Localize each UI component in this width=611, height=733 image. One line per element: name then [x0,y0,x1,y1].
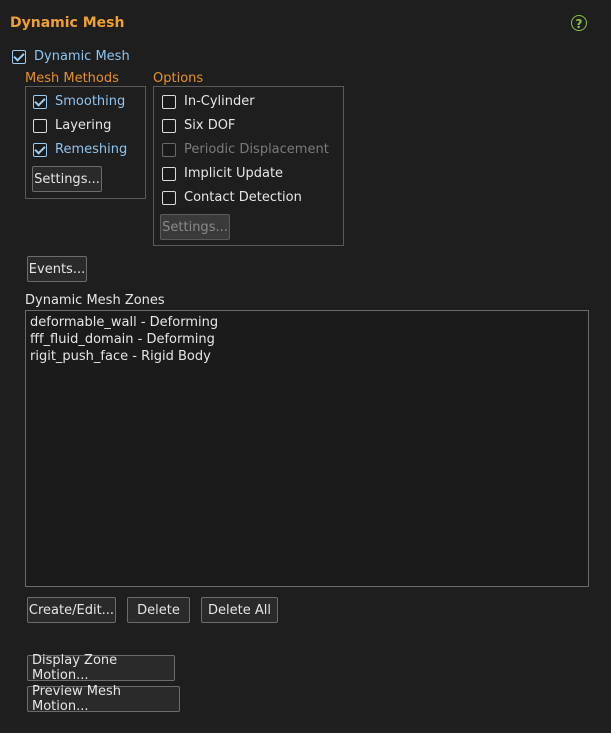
remeshing-checkbox[interactable] [33,142,47,157]
options-group: In-Cylinder Six DOF Periodic Displacemen… [153,86,344,246]
create-edit-button[interactable]: Create/Edit... [27,597,116,623]
display-zone-motion-button[interactable]: Display Zone Motion... [27,653,175,683]
implicit-update-checkbox[interactable] [162,166,176,181]
list-item[interactable]: deformable_wall - Deforming [30,314,584,331]
events-button[interactable]: Events... [27,256,87,282]
implicit-update-option[interactable]: Implicit Update [162,166,283,181]
contact-detection-checkbox[interactable] [162,190,176,205]
zones-list[interactable]: deformable_wall - Deforming fff_fluid_do… [25,310,589,587]
periodic-displacement-label: Periodic Displacement [184,142,329,157]
help-icon[interactable]: ? [571,15,587,31]
delete-all-button[interactable]: Delete All [201,597,278,623]
smoothing-option[interactable]: Smoothing [33,94,125,109]
dynamic-mesh-toggle[interactable]: Dynamic Mesh [12,49,130,64]
options-settings-button: Settings... [160,214,230,240]
remeshing-option[interactable]: Remeshing [33,142,127,157]
layering-checkbox[interactable] [33,118,47,133]
periodic-displacement-checkbox [162,142,176,157]
mesh-methods-settings-button[interactable]: Settings... [32,166,102,192]
panel-title: Dynamic Mesh [10,15,125,31]
mesh-methods-group: Smoothing Layering Remeshing Settings... [25,86,146,199]
layering-option[interactable]: Layering [33,118,111,133]
delete-button[interactable]: Delete [127,597,190,623]
preview-mesh-motion-button[interactable]: Preview Mesh Motion... [27,684,180,714]
six-dof-checkbox[interactable] [162,118,176,133]
options-title: Options [153,71,204,86]
list-item[interactable]: fff_fluid_domain - Deforming [30,331,584,348]
in-cylinder-label: In-Cylinder [184,94,255,109]
in-cylinder-checkbox[interactable] [162,94,176,109]
dynamic-mesh-label: Dynamic Mesh [34,49,130,64]
periodic-displacement-option: Periodic Displacement [162,142,329,157]
implicit-update-label: Implicit Update [184,166,284,181]
smoothing-checkbox[interactable] [33,94,47,109]
six-dof-label: Six DOF [184,118,236,133]
mesh-methods-title: Mesh Methods [25,71,119,86]
smoothing-label: Smoothing [55,94,126,109]
six-dof-option[interactable]: Six DOF [162,118,235,133]
dynamic-mesh-checkbox[interactable] [12,49,26,64]
contact-detection-option[interactable]: Contact Detection [162,190,302,205]
list-item[interactable]: rigit_push_face - Rigid Body [30,348,584,365]
contact-detection-label: Contact Detection [184,190,302,205]
zones-title: Dynamic Mesh Zones [25,293,165,308]
remeshing-label: Remeshing [55,142,128,157]
in-cylinder-option[interactable]: In-Cylinder [162,94,255,109]
layering-label: Layering [55,118,112,133]
